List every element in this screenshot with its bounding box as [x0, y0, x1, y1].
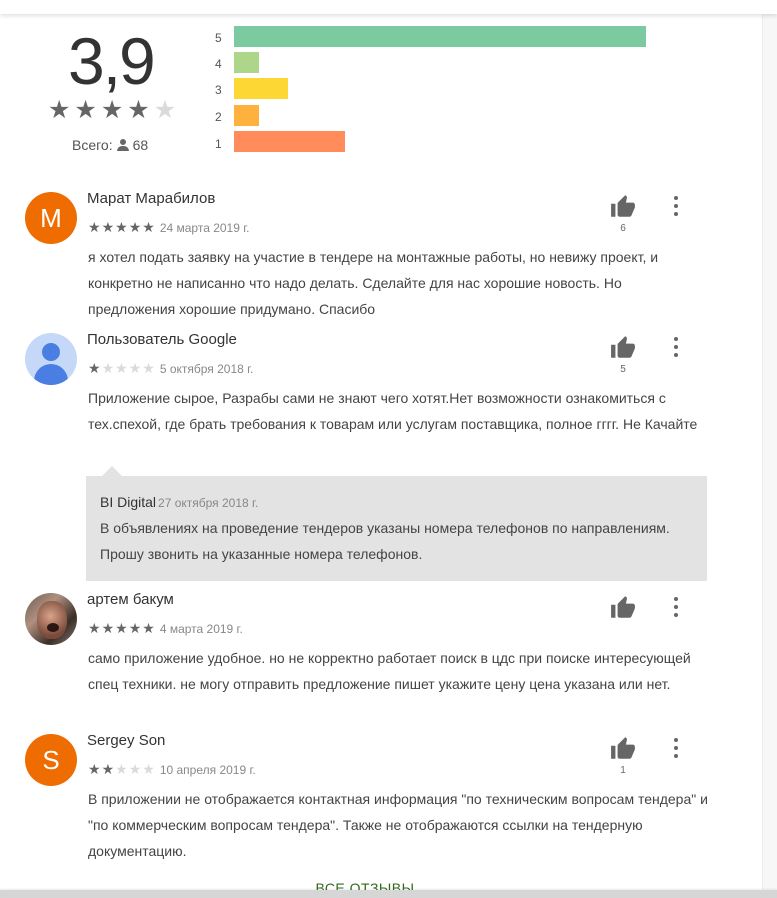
total-count: 68 [132, 137, 149, 153]
total-ratings: Всего: 68 [72, 137, 148, 153]
more-vert-icon[interactable] [670, 738, 682, 758]
scroll-gutter[interactable] [762, 0, 777, 898]
bottom-bar [0, 890, 777, 898]
star-icon: ★ [48, 96, 71, 124]
star-icon: ★ [115, 219, 128, 235]
star-icon: ★ [142, 761, 155, 777]
like-count: 1 [620, 765, 626, 776]
star-icon: ★ [115, 360, 128, 376]
review-date: 10 апреля 2019 г. [159, 763, 256, 777]
star-icon: ★ [88, 360, 101, 376]
avatar: M [25, 192, 77, 244]
avatar [25, 333, 77, 385]
histogram-bar [234, 78, 288, 99]
review-date: 5 октября 2018 г. [159, 362, 254, 376]
thumb-up-icon[interactable] [609, 194, 637, 220]
star-icon: ★ [142, 360, 155, 376]
star-icon: ★ [74, 96, 97, 124]
thumb-up-icon[interactable] [609, 736, 637, 762]
review-date: 24 марта 2019 г. [159, 221, 250, 235]
reply-date: 27 октября 2018 г. [158, 496, 259, 510]
star-icon: ★ [153, 96, 177, 124]
review-meta: ★★★★★ 10 апреля 2019 г. [88, 761, 256, 779]
histogram-label: 5 [215, 31, 222, 45]
histogram-label: 2 [215, 110, 222, 124]
review-author: Sergey Son [87, 732, 166, 749]
total-label: Всего: [72, 137, 113, 153]
histogram-bar [234, 52, 259, 73]
review-text: я хотел подать заявку на участие в тенде… [88, 249, 659, 317]
star-icon: ★ [142, 620, 155, 636]
avatar: S [25, 734, 77, 786]
star-icon: ★ [101, 219, 115, 235]
star-icon: ★ [101, 360, 115, 376]
review-text: Приложение сырое, Разрабы сами не знают … [88, 390, 698, 432]
thumb-up-icon[interactable] [609, 595, 637, 621]
star-icon: ★ [100, 96, 124, 124]
review-author: Марат Марабилов [87, 190, 216, 207]
average-stars: ★ ★ ★ ★ ★ [48, 97, 176, 123]
review-stars: ★★★★★ [88, 360, 156, 378]
like-count: 6 [620, 223, 626, 234]
star-icon: ★ [128, 219, 142, 235]
review-author: артем бакум [87, 591, 174, 608]
star-icon: ★ [88, 761, 101, 777]
histogram-bar [234, 131, 345, 152]
histogram-label: 4 [215, 57, 222, 71]
avatar [25, 593, 77, 645]
review-meta: ★★★★★ 24 марта 2019 г. [88, 219, 249, 237]
more-vert-icon[interactable] [670, 337, 682, 357]
review-stars: ★★★★★ [88, 219, 156, 237]
star-icon: ★ [128, 761, 142, 777]
reply-text: В объявлениях на проведение тендеров ука… [100, 520, 670, 562]
average-rating: 3,9 [68, 24, 156, 98]
developer-reply: BI Digital 27 октября 2018 г. В объявлени… [86, 476, 707, 581]
review-text: В приложении не отображается контактная … [88, 791, 708, 859]
star-icon: ★ [115, 620, 128, 636]
review-stars: ★★★★★ [88, 761, 156, 779]
star-icon: ★ [101, 761, 115, 777]
review-meta: ★★★★★ 5 октября 2018 г. [88, 360, 253, 378]
review-text: само приложение удобное. но не корректно… [88, 650, 691, 692]
reply-author: BI Digital [100, 494, 157, 510]
star-icon: ★ [115, 761, 128, 777]
person-icon [116, 138, 129, 152]
star-icon: ★ [142, 219, 155, 235]
more-vert-icon[interactable] [670, 597, 682, 617]
star-icon: ★ [128, 360, 142, 376]
star-icon: ★ [88, 219, 101, 235]
thumb-up-icon[interactable] [609, 335, 637, 361]
review-stars: ★★★★★ [88, 620, 156, 638]
star-icon: ★ [101, 620, 115, 636]
review-meta: ★★★★★ 4 марта 2019 г. [88, 620, 243, 638]
histogram-bar [234, 26, 646, 47]
star-icon: ★ [127, 96, 150, 124]
histogram-label: 3 [215, 83, 222, 97]
review-date: 4 марта 2019 г. [159, 622, 243, 636]
histogram-label: 1 [215, 137, 222, 151]
more-vert-icon[interactable] [670, 196, 682, 216]
star-icon: ★ [88, 620, 101, 636]
like-count: 5 [620, 364, 626, 375]
top-bar [0, 0, 777, 14]
star-icon: ★ [128, 620, 142, 636]
reply-header: BI Digital 27 октября 2018 г. [100, 494, 258, 510]
histogram-bar [234, 105, 259, 126]
review-author: Пользователь Google [87, 331, 237, 348]
